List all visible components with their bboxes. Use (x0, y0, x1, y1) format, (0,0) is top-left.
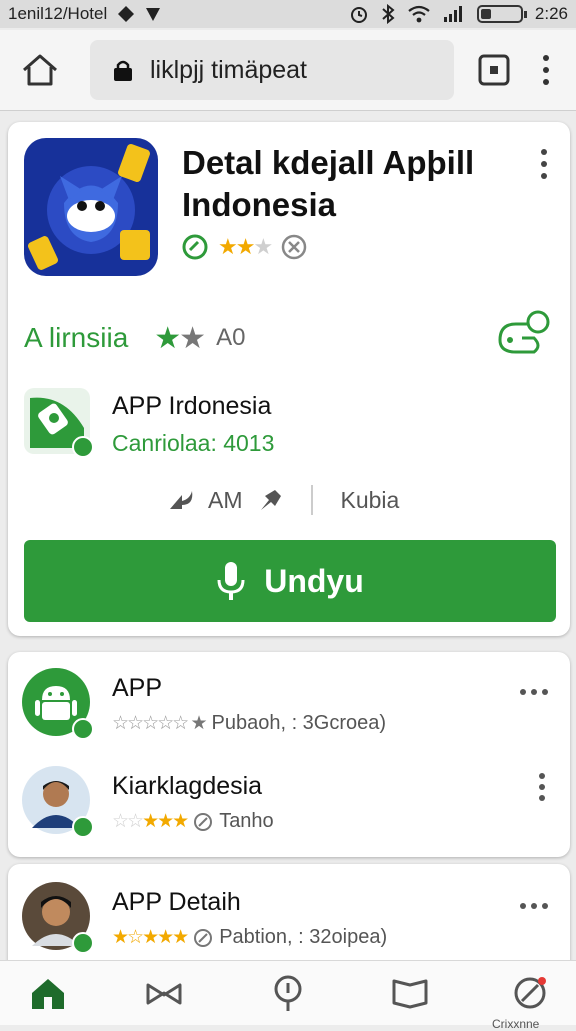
nav-location-icon[interactable] (268, 973, 308, 1013)
diamond-icon (118, 6, 135, 22)
list-item-stars: ★☆★★★ (112, 927, 189, 948)
nav-explore-icon[interactable] (510, 973, 550, 1013)
microphone-icon (217, 562, 245, 600)
list-item[interactable]: Kiarklagdesia ☆☆★★★ Tanho (8, 754, 570, 844)
more-vert-icon[interactable] (536, 772, 548, 802)
list-item-title: Kiarklagdesia (112, 772, 263, 800)
wifi-icon (408, 5, 430, 23)
list-item-meta-row: ☆☆★★★ Tanho (112, 810, 274, 833)
app-detail-card: Detal kdejall Apþill Indonesia ★★★ A lir… (8, 122, 570, 636)
avatar (22, 766, 94, 838)
battery-icon (476, 5, 527, 23)
verified-icon (182, 234, 208, 260)
developer-name: APP Irdonesia (112, 392, 272, 420)
content-rating-icon (281, 234, 307, 260)
app-rating-row: ★★★ (182, 234, 307, 260)
ratings-stars: ★★ (154, 321, 206, 355)
meta-right-text: Kubia (340, 486, 400, 513)
content-rating-icon (194, 812, 213, 831)
app-title: Detal kdejall Apþill Indonesia (182, 144, 475, 223)
status-left: 1enil12/Hotel (8, 4, 161, 24)
list-item-stars: ☆☆☆☆☆ ★ (112, 713, 208, 734)
download-label: Undyu (264, 562, 364, 599)
pin-icon[interactable] (257, 488, 283, 512)
list-item-meta-row: ☆☆☆☆☆ ★ Pubaoh, : 3Gcroea) (112, 712, 386, 735)
list-item-stars: ☆☆★★★ (112, 811, 189, 832)
nav-home-icon[interactable] (28, 973, 68, 1013)
nav-games-icon[interactable] (144, 973, 184, 1013)
app-stars: ★★★ (218, 234, 273, 259)
verified-badge-icon (72, 932, 94, 954)
related-apps-card: APP ☆☆☆☆☆ ★ Pubaoh, : 3Gcroea) Kiarklagd… (8, 652, 570, 857)
app-meta-row: AM Kubia (168, 480, 399, 520)
nav-books-icon[interactable] (390, 973, 430, 1013)
ratings-label: A lirnsiia (24, 322, 129, 353)
url-bar[interactable]: liklpjj timäpeat (90, 40, 454, 100)
more-horiz-icon[interactable] (518, 898, 550, 914)
content-rating-icon (194, 928, 213, 947)
lock-icon (114, 60, 132, 81)
list-item-meta-row: ★☆★★★ Pabtion, : 32oipea) (112, 926, 387, 949)
download-button[interactable]: Undyu (24, 540, 556, 622)
url-text: liklpjj timäpeat (150, 55, 308, 84)
bottom-nav: Crixxnne (0, 960, 576, 1031)
developer-icon[interactable] (24, 388, 94, 458)
ratings-section: A lirnsiia ★★ A0 (24, 310, 554, 358)
android-icon (22, 668, 94, 740)
list-item-meta: Pabtion, : 32oipea) (219, 926, 388, 948)
share-arrow-icon[interactable] (168, 489, 194, 511)
signal-icon (146, 8, 161, 21)
alarm-icon (350, 7, 367, 23)
related-apps-card-2: APP Detaih ★☆★★★ Pabtion, : 32oipea) (8, 864, 570, 974)
more-vert-icon[interactable] (532, 52, 560, 88)
verified-badge-icon (72, 816, 94, 838)
list-item[interactable]: APP ☆☆☆☆☆ ★ Pubaoh, : 3Gcroea) (8, 656, 570, 746)
list-item[interactable]: APP Detaih ★☆★★★ Pabtion, : 32oipea) (8, 870, 570, 960)
verified-badge-icon (72, 718, 94, 740)
cell-signal-icon (443, 6, 462, 22)
more-horiz-icon[interactable] (518, 684, 550, 700)
status-left-text: 1enil12/Hotel (8, 4, 108, 23)
avatar (22, 882, 94, 954)
share-icon[interactable] (494, 310, 554, 360)
tabs-icon[interactable] (476, 52, 512, 88)
list-item-meta: Tanho (219, 810, 274, 832)
nav-label: Crixxnne (492, 1017, 540, 1031)
developer-subtitle: Canriolaa: 4013 (112, 430, 275, 456)
ratings-count: A0 (216, 324, 246, 351)
status-bar: 1enil12/Hotel 2:26 (0, 0, 576, 28)
list-item-title: APP Detaih (112, 888, 241, 916)
browser-toolbar: liklpjj timäpeat (0, 30, 576, 111)
home-icon[interactable] (20, 52, 60, 88)
list-item-title: APP (112, 674, 163, 702)
meta-left-text: AM (208, 486, 243, 513)
meta-divider (310, 485, 313, 515)
app-logo-icon[interactable] (24, 138, 158, 276)
bluetooth-icon (382, 4, 395, 24)
status-right: 2:26 (349, 4, 568, 24)
status-time: 2:26 (534, 4, 568, 23)
card-more-vert-icon[interactable] (536, 148, 552, 180)
list-item-meta: Pubaoh, : 3Gcroea) (211, 712, 387, 734)
verified-badge-icon (72, 436, 94, 458)
